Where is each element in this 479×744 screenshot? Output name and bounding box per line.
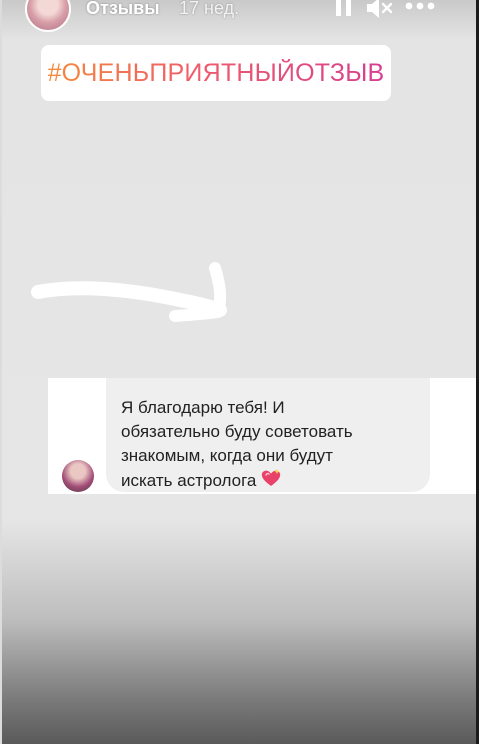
story-viewer[interactable]: Отзывы 17 нед. #ОЧЕНЬПРИЯТНЫЙОТЗЫВ Я бла… — [0, 0, 479, 744]
message-line: обязательно буду советовать — [121, 422, 353, 441]
message-line: знакомым, когда они будут — [121, 446, 333, 465]
sender-avatar — [62, 460, 94, 492]
hashtag-sticker[interactable]: #ОЧЕНЬПРИЯТНЫЙОТЗЫВ — [41, 45, 391, 101]
hashtag-text: #ОЧЕНЬПРИЯТНЫЙОТЗЫВ — [47, 58, 385, 87]
pause-icon[interactable] — [336, 0, 352, 20]
message-line: Я благодарю тебя! И — [121, 398, 285, 417]
arrow-drawing — [31, 262, 227, 322]
more-options-icon[interactable] — [405, 0, 437, 20]
message-line-text: искать астролога — [121, 470, 257, 490]
story-edge-left — [0, 0, 2, 744]
dm-screenshot: Я благодарю тебя! И обязательно буду сов… — [48, 378, 476, 494]
story-timestamp: 17 нед. — [179, 0, 240, 18]
message-bubble: Я благодарю тебя! И обязательно буду сов… — [106, 378, 430, 492]
story-title[interactable]: Отзывы — [86, 0, 160, 19]
profile-avatar[interactable] — [25, 0, 71, 32]
sparkling-heart-icon — [260, 468, 282, 495]
mute-icon[interactable] — [366, 0, 394, 20]
message-line: искать астролога — [121, 468, 418, 495]
story-header: Отзывы 17 нед. — [0, 0, 479, 34]
